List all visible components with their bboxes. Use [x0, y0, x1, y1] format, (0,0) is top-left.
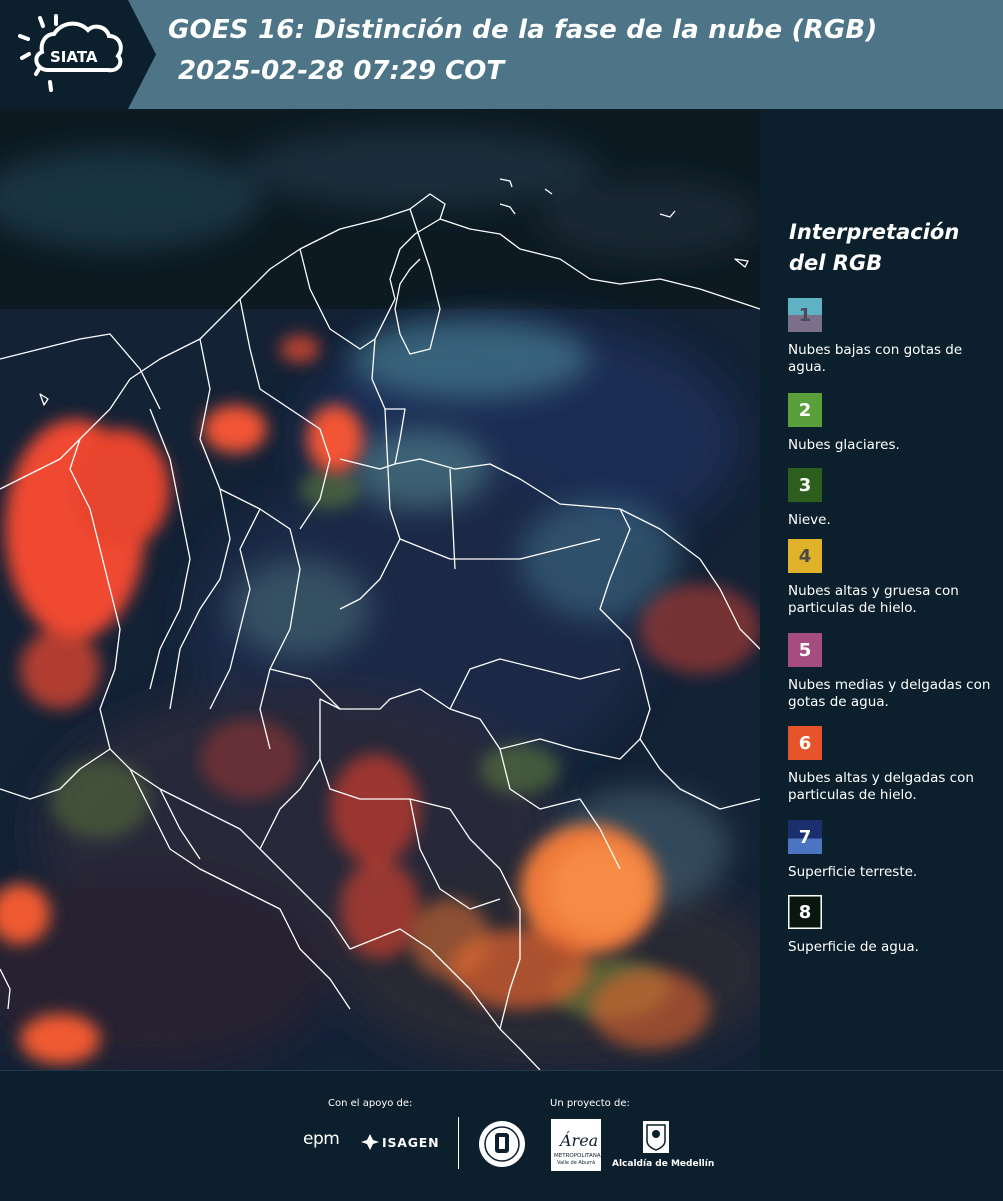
legend-label-1: Nubes bajas con gotas de agua.	[788, 342, 963, 375]
alcaldia-medellin-icon	[643, 1121, 669, 1153]
area-metropolitana-logo: Área METROPOLITANA Valle de Aburrá	[551, 1119, 601, 1171]
legend-swatch-8: 8	[788, 895, 822, 929]
legend-label-4: Nubes altas y gruesa con particulas de h…	[788, 583, 959, 616]
isagen-mark-icon	[361, 1134, 379, 1150]
legend-number-2: 2	[798, 399, 812, 421]
page-title: GOES 16: Distinción de la fase de la nub…	[168, 15, 878, 45]
legend-number-6: 6	[798, 732, 812, 754]
legend-item-6: 6 Nubes altas y delgadas con particulas …	[788, 726, 998, 804]
page-timestamp: 2025-02-28 07:29 COT	[178, 56, 505, 86]
legend-swatch-6: 6	[788, 726, 822, 760]
legend-item-8: 8 Superficie de agua.	[788, 895, 998, 956]
alcaldia-medellin-label: Alcaldía de Medellín	[612, 1159, 715, 1169]
legend-number-7: 7	[798, 826, 812, 848]
legend-label-6: Nubes altas y delgadas con particulas de…	[788, 770, 974, 803]
legend-item-1: 1 Nubes bajas con gotas de agua.	[788, 298, 998, 376]
seal-logo-icon	[479, 1121, 525, 1167]
legend-swatch-5: 5	[788, 633, 822, 667]
legend-swatch-2: 2	[788, 393, 822, 427]
legend-swatch-4: 4	[788, 539, 822, 573]
footer: Con el apoyo de: Un proyecto de: epm ISA…	[0, 1070, 1003, 1201]
area-logo-line2: Valle de Aburrá	[557, 1159, 595, 1166]
area-logo-line1: METROPOLITANA	[554, 1153, 601, 1159]
legend-label-5: Nubes medias y delgadas con gotas de agu…	[788, 677, 991, 710]
footer-divider	[458, 1117, 459, 1169]
siata-logo-text: SIATA	[50, 48, 98, 66]
legend-number-1: 1	[798, 304, 812, 326]
legend-item-5: 5 Nubes medias y delgadas con gotas de a…	[788, 633, 998, 711]
legend-number-8: 8	[798, 901, 812, 923]
legend-number-3: 3	[798, 474, 812, 496]
legend-item-3: 3 Nieve.	[788, 468, 998, 529]
isagen-logo: ISAGEN	[382, 1135, 440, 1150]
support-label: Con el apoyo de:	[328, 1098, 413, 1109]
legend-panel: Interpretación del RGB 1 Nubes bajas con…	[760, 109, 1003, 1070]
satellite-map[interactable]	[0, 109, 760, 1070]
legend-swatch-3: 3	[788, 468, 822, 502]
legend-item-7: 7 Superficie terreste.	[788, 820, 998, 881]
legend-title: Interpretación del RGB	[789, 220, 960, 275]
legend-label-3: Nieve.	[788, 512, 831, 528]
satellite-image	[0, 109, 760, 1070]
legend-label-2: Nubes glaciares.	[788, 437, 900, 453]
epm-logo: epm	[303, 1129, 340, 1149]
siata-logo: SIATA	[18, 14, 123, 92]
project-label: Un proyecto de:	[550, 1098, 630, 1109]
legend-item-4: 4 Nubes altas y gruesa con particulas de…	[788, 539, 998, 617]
legend-number-5: 5	[798, 639, 812, 661]
legend-swatch-1: 1	[788, 298, 822, 332]
header: SIATA GOES 16: Distinción de la fase de …	[0, 0, 1003, 109]
legend-label-7: Superficie terreste.	[788, 864, 918, 880]
legend-label-8: Superficie de agua.	[788, 939, 919, 955]
area-logo-title: Área	[558, 1130, 598, 1150]
legend-item-2: 2 Nubes glaciares.	[788, 393, 998, 454]
legend-number-4: 4	[798, 545, 812, 567]
legend-swatch-7: 7	[788, 820, 822, 854]
